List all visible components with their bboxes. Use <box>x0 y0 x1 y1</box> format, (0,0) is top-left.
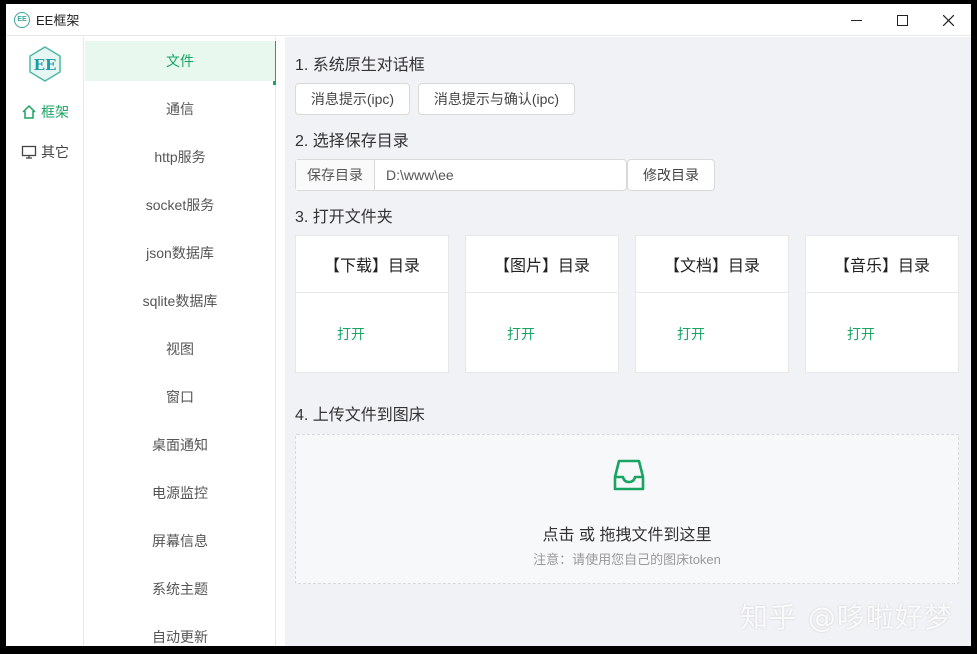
maximize-button[interactable] <box>879 4 925 36</box>
maximize-icon <box>896 14 908 26</box>
inbox-icon <box>609 455 649 495</box>
app-logo-icon: EE <box>14 11 30 28</box>
home-icon <box>21 104 37 120</box>
menu-item-auto-update[interactable]: 自动更新 <box>85 617 275 646</box>
card-title: 【下载】目录 <box>296 236 448 293</box>
menu-item-json-db[interactable]: json数据库 <box>85 233 275 273</box>
section-title: 2. 选择保存目录 <box>295 133 409 150</box>
menu-item-desktop-notification[interactable]: 桌面通知 <box>85 425 275 465</box>
app-window: EE EE框架 EE 框架 其它 文件 通信 http服务 socket服务 j… <box>6 4 971 646</box>
section-title: 4. 上传文件到图床 <box>295 407 425 424</box>
folder-card-pictures: 【图片】目录 打开 <box>465 235 619 373</box>
open-pictures-link[interactable]: 打开 <box>507 324 535 344</box>
card-title: 【图片】目录 <box>466 236 618 293</box>
menu-item-sqlite-db[interactable]: sqlite数据库 <box>85 281 275 321</box>
save-dir-input[interactable] <box>375 160 626 190</box>
section-title: 3. 打开文件夹 <box>295 209 393 226</box>
menu-item-file[interactable]: 文件 <box>85 41 275 81</box>
upload-dropzone[interactable]: 点击 或 拖拽文件到这里 注意：请使用您自己的图床token <box>295 434 959 584</box>
brand-logo-icon: EE <box>26 45 64 83</box>
menu-item-system-theme[interactable]: 系统主题 <box>85 569 275 609</box>
menu-item-http-service[interactable]: http服务 <box>85 137 275 177</box>
close-icon <box>942 14 954 26</box>
sidebar-item-label: 其它 <box>41 144 69 160</box>
window-title: EE框架 <box>36 13 80 28</box>
menu-item-window[interactable]: 窗口 <box>85 377 275 417</box>
menu-item-screen-info[interactable]: 屏幕信息 <box>85 521 275 561</box>
svg-text:EE: EE <box>34 56 57 74</box>
primary-sidebar: EE 框架 其它 <box>6 37 84 646</box>
sidebar-item-other[interactable]: 其它 <box>6 137 84 167</box>
card-title: 【音乐】目录 <box>806 236 958 293</box>
monitor-icon <box>21 144 37 160</box>
message-ipc-button[interactable]: 消息提示(ipc) <box>295 83 410 115</box>
menu-item-socket-service[interactable]: socket服务 <box>85 185 275 225</box>
title-bar: EE EE框架 <box>6 4 971 36</box>
watermark: 知乎 @哆啦好梦 <box>740 601 953 634</box>
sidebar-item-framework[interactable]: 框架 <box>6 97 84 127</box>
section-title: 1. 系统原生对话框 <box>295 57 425 74</box>
folder-card-music: 【音乐】目录 打开 <box>805 235 959 373</box>
minimize-button[interactable] <box>833 4 879 36</box>
menu-item-communication[interactable]: 通信 <box>85 89 275 129</box>
main-content: 1. 系统原生对话框 消息提示(ipc) 消息提示与确认(ipc) 2. 选择保… <box>285 37 971 646</box>
save-dir-input-group: 保存目录 <box>295 159 627 191</box>
close-button[interactable] <box>925 4 971 36</box>
upload-hint: 注意：请使用您自己的图床token <box>533 552 721 567</box>
open-download-link[interactable]: 打开 <box>337 324 365 344</box>
secondary-sidebar: 文件 通信 http服务 socket服务 json数据库 sqlite数据库 … <box>85 37 276 646</box>
change-dir-button[interactable]: 修改目录 <box>627 159 715 191</box>
sidebar-item-label: 框架 <box>41 104 69 120</box>
open-documents-link[interactable]: 打开 <box>677 324 705 344</box>
upload-instruction: 点击 或 拖拽文件到这里 <box>542 527 712 544</box>
open-music-link[interactable]: 打开 <box>847 324 875 344</box>
card-title: 【文档】目录 <box>636 236 788 293</box>
menu-item-view[interactable]: 视图 <box>85 329 275 369</box>
folder-card-documents: 【文档】目录 打开 <box>635 235 789 373</box>
save-dir-addon: 保存目录 <box>296 160 375 190</box>
menu-item-power-monitor[interactable]: 电源监控 <box>85 473 275 513</box>
minimize-icon <box>850 19 862 21</box>
message-confirm-ipc-button[interactable]: 消息提示与确认(ipc) <box>418 83 575 115</box>
folder-card-download: 【下载】目录 打开 <box>295 235 449 373</box>
